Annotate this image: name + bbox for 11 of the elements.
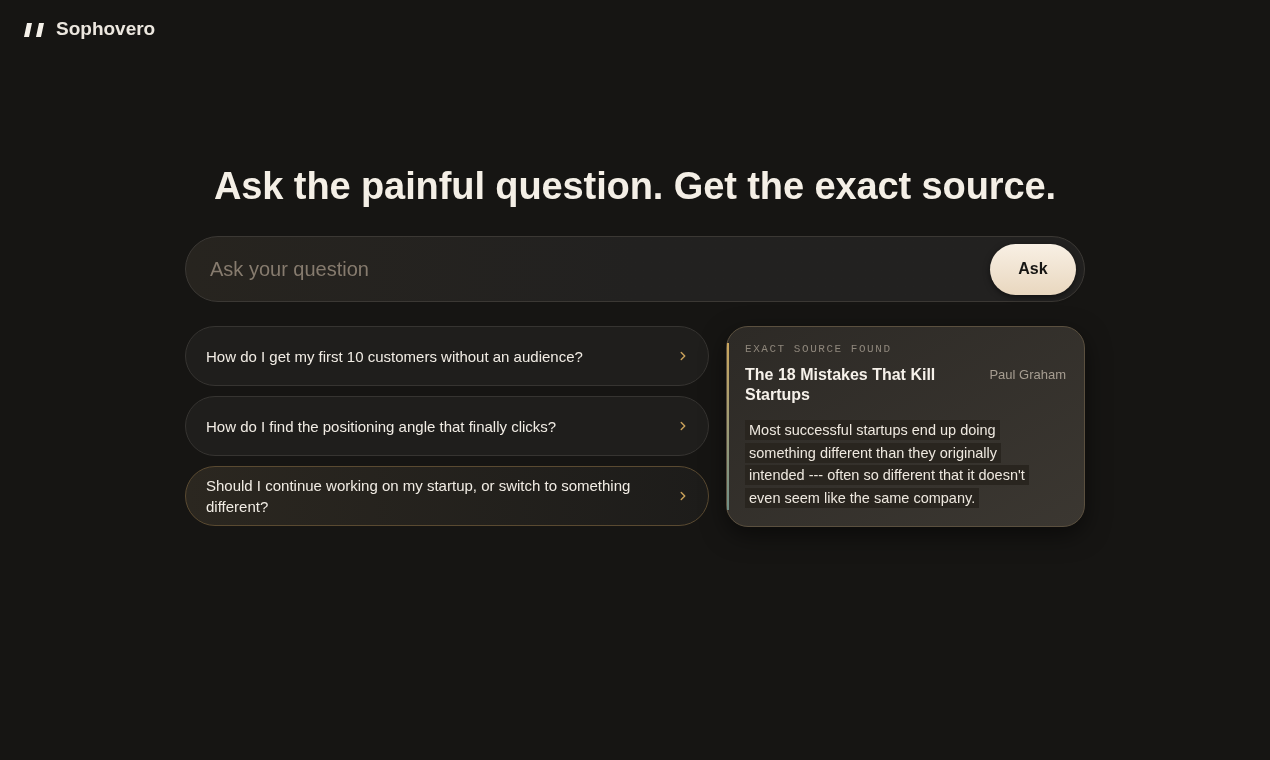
source-author: Paul Graham	[989, 366, 1066, 384]
source-title: The 18 Mistakes That Kill Startups	[745, 365, 937, 405]
headline: Ask the painful question. Get the exact source.	[213, 164, 1056, 209]
ask-button[interactable]: Ask	[990, 243, 1076, 295]
logo-icon	[24, 22, 44, 37]
source-label: EXACT SOURCE FOUND	[745, 342, 893, 356]
suggested-question[interactable]: Should I continue working on my startup, or switch to something different?	[185, 466, 709, 526]
suggested-question[interactable]: How do I get my first 10 customers without an audience?	[185, 326, 709, 386]
search-field[interactable]: Ask your question Ask	[185, 236, 1085, 302]
brand-name: Sophovero	[56, 17, 156, 42]
suggested-question[interactable]: How do I find the positioning angle that finally clicks?	[185, 396, 709, 456]
